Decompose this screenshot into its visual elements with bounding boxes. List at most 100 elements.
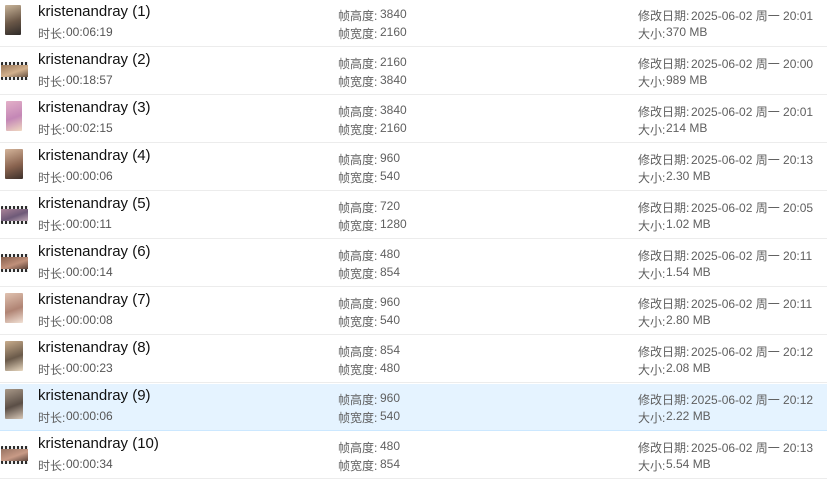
file-row[interactable]: kristenandray (8) 时长: 00:00:23 帧高度: 854 帧宽度: 4…	[0, 336, 827, 383]
frame-height-label: 帧高度:	[338, 57, 378, 71]
modified-date-label: 修改日期:	[638, 9, 690, 23]
duration-value: 00:00:11	[66, 217, 112, 231]
frame-height-label: 帧高度:	[338, 393, 378, 407]
frame-width-value: 540	[380, 313, 401, 327]
frame-width-label: 帧宽度:	[338, 363, 378, 377]
file-name[interactable]: kristenandray (5)	[38, 195, 151, 212]
size-label: 大小:	[638, 363, 666, 377]
frame-width-label: 帧宽度:	[338, 171, 378, 185]
frame-width-label: 帧宽度:	[338, 315, 378, 329]
file-row[interactable]: kristenandray (3) 时长: 00:02:15 帧高度: 3840 帧宽度:…	[0, 96, 827, 143]
duration-label: 时长:	[38, 363, 66, 377]
video-thumbnail[interactable]	[1, 62, 28, 80]
video-thumbnail[interactable]	[5, 149, 23, 179]
file-name[interactable]: kristenandray (1)	[38, 3, 151, 20]
file-name[interactable]: kristenandray (9)	[38, 387, 151, 404]
size-label: 大小:	[638, 315, 666, 329]
frame-height-label: 帧高度:	[338, 297, 378, 311]
file-row[interactable]: kristenandray (2) 时长: 00:18:57 帧高度: 2160 帧宽度:…	[0, 48, 827, 95]
video-thumbnail[interactable]	[6, 101, 22, 131]
duration-value: 00:06:19	[66, 25, 113, 39]
frame-height-label: 帧高度:	[338, 249, 378, 263]
duration-label: 时长:	[38, 411, 66, 425]
frame-height-value: 960	[380, 295, 401, 309]
frame-width-value: 540	[380, 409, 401, 423]
duration-value: 00:00:14	[66, 265, 113, 279]
frame-height-value: 480	[380, 247, 401, 261]
file-row[interactable]: kristenandray (6) 时长: 00:00:14 帧高度: 480 帧宽度: 8…	[0, 240, 827, 287]
frame-height-label: 帧高度:	[338, 345, 378, 359]
video-thumbnail[interactable]	[5, 389, 23, 419]
file-name[interactable]: kristenandray (6)	[38, 243, 151, 260]
frame-height-value: 480	[380, 439, 401, 453]
modified-date-value: 2025-06-02 周一 20:05	[691, 201, 814, 215]
video-thumbnail[interactable]	[1, 446, 28, 464]
frame-width-value: 480	[380, 361, 401, 375]
size-value: 1.02 MB	[666, 217, 711, 231]
file-row[interactable]: kristenandray (1) 时长: 00:06:19 帧高度: 3840 帧宽度:…	[0, 0, 827, 47]
duration-value: 00:00:23	[66, 361, 113, 375]
file-name[interactable]: kristenandray (3)	[38, 99, 151, 116]
modified-date-value: 2025-06-02 周一 20:13	[691, 441, 814, 455]
frame-height-label: 帧高度:	[338, 153, 378, 167]
file-list: kristenandray (1) 时长: 00:06:19 帧高度: 3840 帧宽度:…	[0, 0, 827, 479]
frame-height-label: 帧高度:	[338, 201, 378, 215]
video-thumbnail[interactable]	[5, 5, 21, 35]
modified-date-value: 2025-06-02 周一 20:01	[691, 9, 814, 23]
file-row[interactable]: kristenandray (10) 时长: 00:00:34 帧高度: 480 帧宽度:…	[0, 432, 827, 479]
modified-date-label: 修改日期:	[638, 249, 690, 263]
film-strip-top	[1, 206, 28, 209]
duration-label: 时长:	[38, 267, 66, 281]
size-value: 214 MB	[666, 121, 708, 135]
file-row[interactable]: kristenandray (9) 时长: 00:00:06 帧高度: 960 帧宽度: 5…	[0, 384, 827, 431]
size-label: 大小:	[638, 219, 666, 233]
film-strip-bottom	[1, 461, 28, 464]
size-value: 2.22 MB	[666, 409, 711, 423]
frame-width-value: 1280	[380, 217, 407, 231]
duration-value: 00:00:06	[66, 409, 113, 423]
frame-height-value: 3840	[380, 103, 407, 117]
size-value: 2.08 MB	[666, 361, 711, 375]
modified-date-value: 2025-06-02 周一 20:11	[691, 249, 813, 263]
duration-label: 时长:	[38, 123, 66, 137]
modified-date-label: 修改日期:	[638, 153, 690, 167]
film-strip-bottom	[1, 269, 28, 272]
size-value: 2.30 MB	[666, 169, 711, 183]
file-row[interactable]: kristenandray (7) 时长: 00:00:08 帧高度: 960 帧宽度: 5…	[0, 288, 827, 335]
duration-label: 时长:	[38, 219, 66, 233]
video-thumbnail[interactable]	[1, 254, 28, 272]
modified-date-label: 修改日期:	[638, 345, 690, 359]
frame-width-value: 854	[380, 457, 401, 471]
frame-height-value: 960	[380, 391, 401, 405]
frame-width-label: 帧宽度:	[338, 267, 378, 281]
size-label: 大小:	[638, 459, 666, 473]
file-name[interactable]: kristenandray (10)	[38, 435, 159, 452]
film-strip-top	[1, 254, 28, 257]
file-name[interactable]: kristenandray (4)	[38, 147, 151, 164]
file-name[interactable]: kristenandray (7)	[38, 291, 151, 308]
file-name[interactable]: kristenandray (8)	[38, 339, 151, 356]
frame-height-value: 3840	[380, 7, 407, 21]
frame-height-value: 2160	[380, 55, 407, 69]
video-thumbnail[interactable]	[1, 206, 28, 224]
duration-value: 00:00:08	[66, 313, 113, 327]
frame-width-label: 帧宽度:	[338, 459, 378, 473]
duration-label: 时长:	[38, 171, 66, 185]
frame-width-label: 帧宽度:	[338, 219, 378, 233]
size-value: 2.80 MB	[666, 313, 711, 327]
film-strip-top	[1, 62, 28, 65]
duration-value: 00:02:15	[66, 121, 113, 135]
file-name[interactable]: kristenandray (2)	[38, 51, 151, 68]
size-value: 5.54 MB	[666, 457, 711, 471]
duration-label: 时长:	[38, 75, 66, 89]
video-thumbnail[interactable]	[5, 341, 23, 371]
film-strip-top	[1, 446, 28, 449]
frame-height-value: 720	[380, 199, 401, 213]
modified-date-label: 修改日期:	[638, 297, 690, 311]
file-row[interactable]: kristenandray (4) 时长: 00:00:06 帧高度: 960 帧宽度: 5…	[0, 144, 827, 191]
modified-date-value: 2025-06-02 周一 20:12	[691, 393, 814, 407]
modified-date-label: 修改日期:	[638, 57, 690, 71]
file-row[interactable]: kristenandray (5) 时长: 00:00:11 帧高度: 720 帧宽度: 1…	[0, 192, 827, 239]
duration-label: 时长:	[38, 315, 66, 329]
video-thumbnail[interactable]	[5, 293, 23, 323]
